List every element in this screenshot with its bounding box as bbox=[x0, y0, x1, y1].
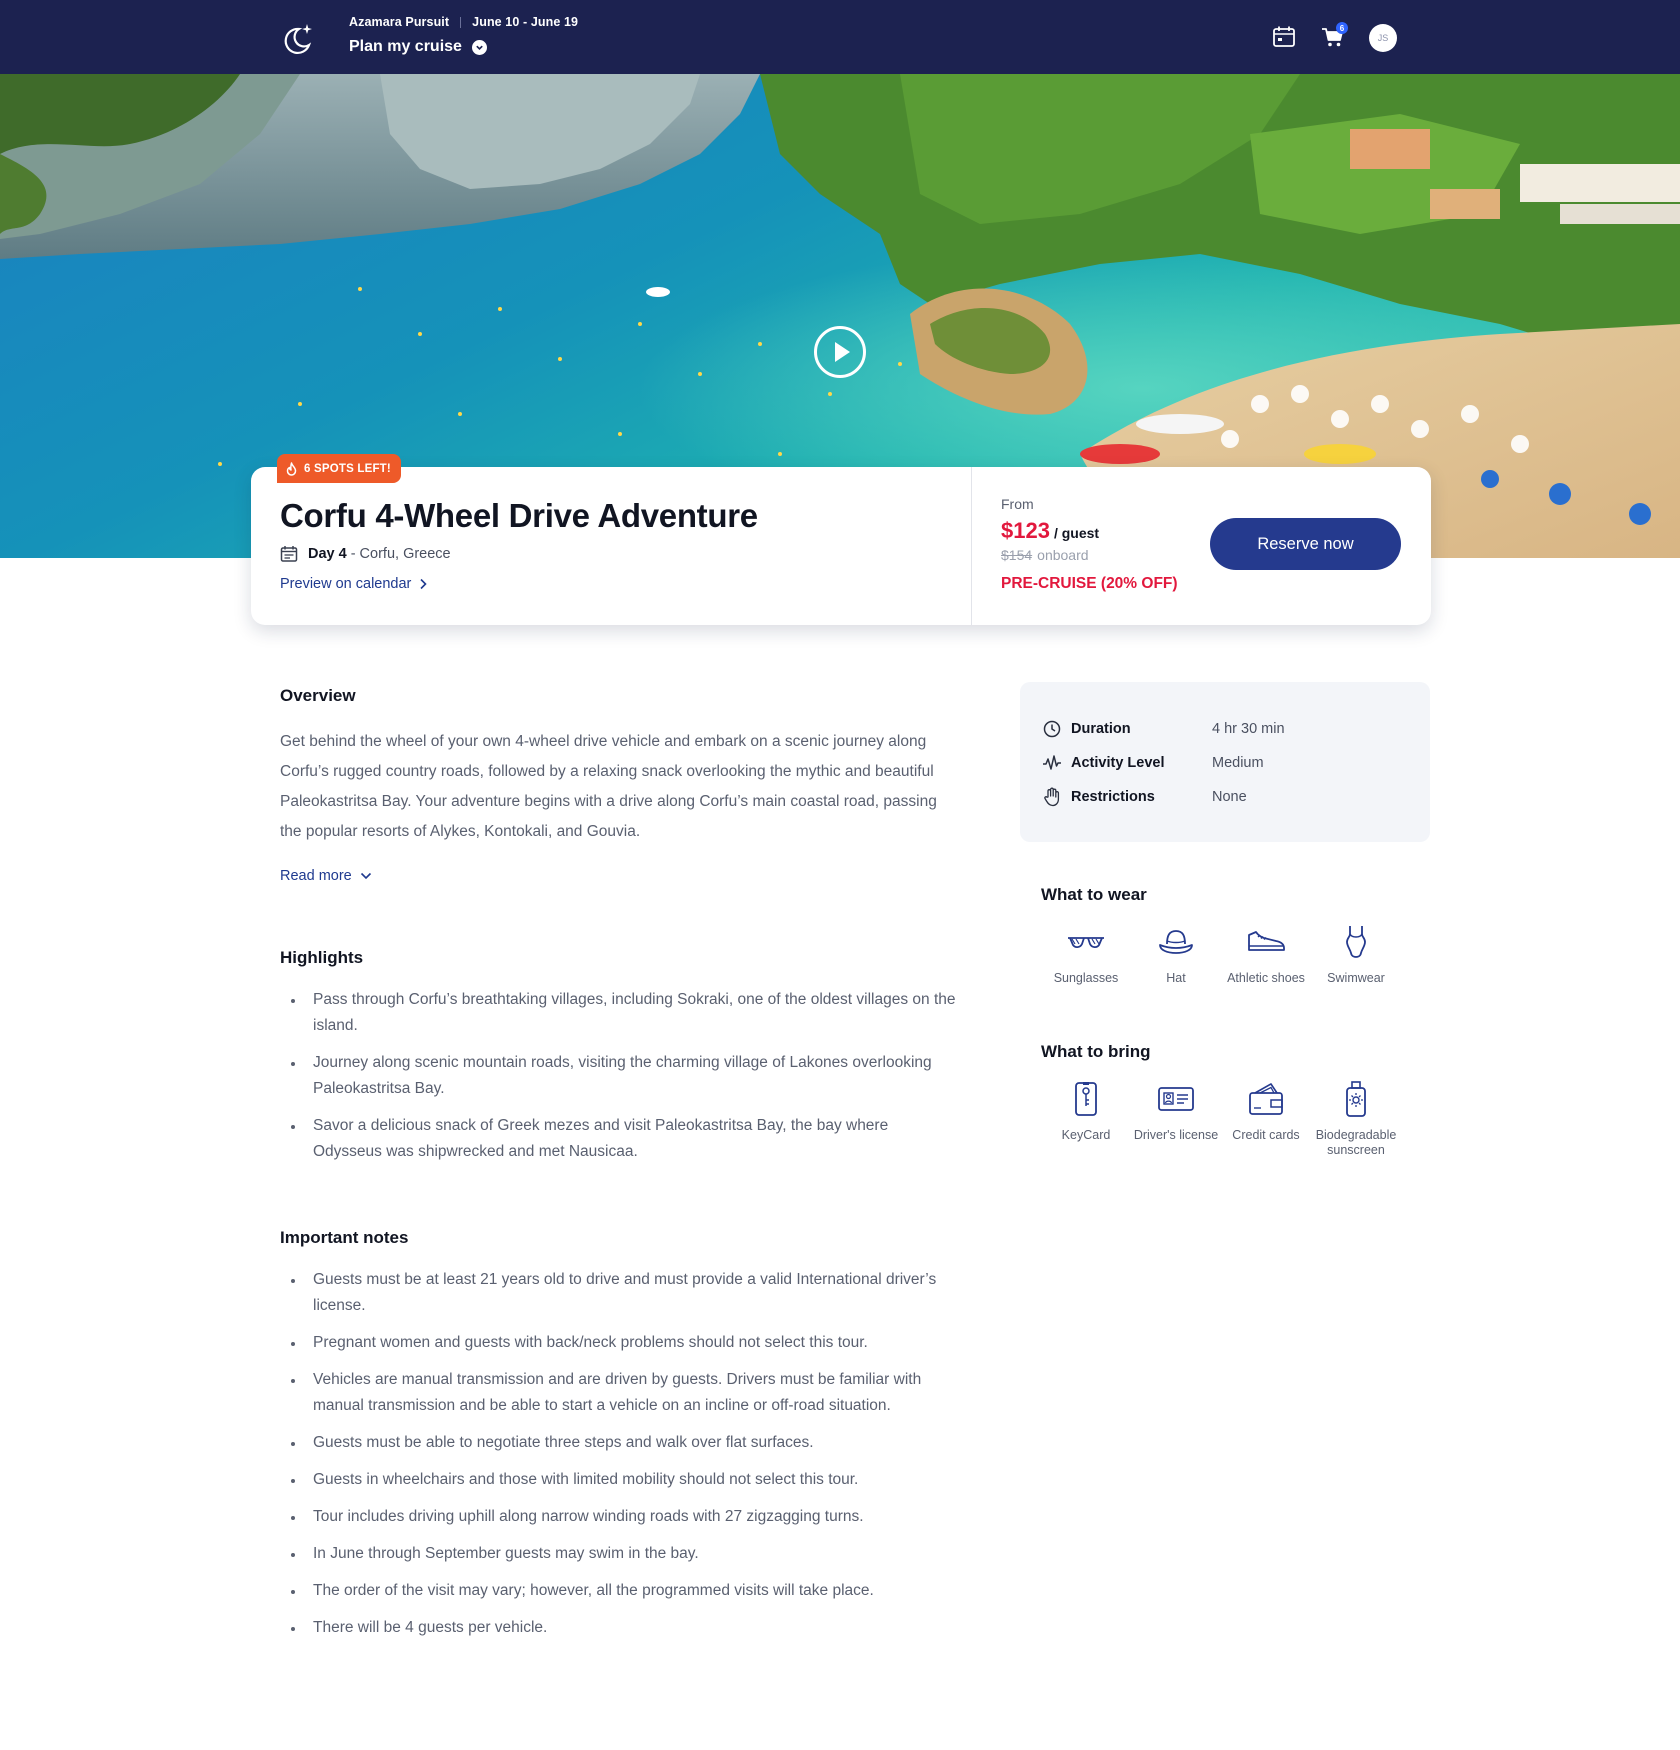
wear-item-hat: Hat bbox=[1131, 922, 1221, 986]
calendar-icon[interactable] bbox=[1271, 24, 1297, 50]
chevron-right-icon bbox=[420, 578, 428, 590]
azamara-logo-icon[interactable] bbox=[276, 20, 316, 60]
list-item: Pregnant women and guests with back/neck… bbox=[280, 1330, 960, 1356]
fact-value: None bbox=[1212, 789, 1247, 805]
bring-item-biodegradable-sunscreen: Biodegradable sunscreen bbox=[1311, 1079, 1401, 1158]
fact-value: 4 hr 30 min bbox=[1212, 721, 1285, 737]
list-item: Savor a delicious snack of Greek mezes a… bbox=[280, 1113, 960, 1165]
list-item: Vehicles are manual transmission and are… bbox=[280, 1367, 960, 1419]
wear-item-athletic-shoes: Athletic shoes bbox=[1221, 922, 1311, 986]
wear-item-swimwear: Swimwear bbox=[1311, 922, 1401, 986]
plan-my-cruise-dropdown[interactable]: Plan my cruise bbox=[349, 38, 578, 56]
bring-label: Credit cards bbox=[1232, 1128, 1300, 1142]
chevron-down-icon bbox=[360, 872, 371, 880]
voyage-info: Azamara Pursuit June 10 - June 19 Plan m… bbox=[349, 15, 578, 56]
user-avatar[interactable]: JS bbox=[1369, 24, 1397, 52]
price-unit: / guest bbox=[1053, 525, 1100, 541]
id-card-icon bbox=[1154, 1079, 1198, 1119]
bring-item-drivers-license: Driver's license bbox=[1131, 1079, 1221, 1158]
wallet-icon bbox=[1244, 1079, 1288, 1119]
highlights-heading: Highlights bbox=[280, 948, 364, 967]
list-item: Pass through Corfu’s breathtaking villag… bbox=[280, 987, 960, 1039]
spots-left-text: 6 SPOTS LEFT! bbox=[304, 462, 391, 475]
preview-on-calendar-label: Preview on calendar bbox=[280, 576, 412, 592]
play-video-icon[interactable] bbox=[813, 325, 867, 379]
hand-icon bbox=[1042, 787, 1062, 807]
price-amount: $123 bbox=[1001, 518, 1050, 543]
fact-label: Restrictions bbox=[1071, 789, 1155, 805]
fact-activity-level: Activity Level Medium bbox=[1042, 752, 1402, 774]
list-item: Journey along scenic mountain roads, vis… bbox=[280, 1050, 960, 1102]
list-item: In June through September guests may swi… bbox=[280, 1541, 960, 1567]
sunscreen-icon bbox=[1334, 1079, 1378, 1119]
clock-icon bbox=[1042, 719, 1062, 739]
ship-name: Azamara Pursuit bbox=[349, 15, 450, 29]
what-to-wear-heading: What to wear bbox=[1041, 885, 1147, 904]
top-navigation-bar: Azamara Pursuit June 10 - June 19 Plan m… bbox=[0, 0, 1680, 74]
important-notes-heading: Important notes bbox=[280, 1228, 409, 1247]
wear-label: Sunglasses bbox=[1053, 971, 1119, 985]
fact-label: Duration bbox=[1071, 721, 1131, 737]
important-notes-list: Guests must be at least 21 years old to … bbox=[280, 1267, 960, 1652]
fact-duration: Duration 4 hr 30 min bbox=[1042, 718, 1402, 740]
calendar-icon bbox=[280, 546, 298, 562]
bring-item-keycard: KeyCard bbox=[1041, 1079, 1131, 1158]
reserve-now-button[interactable]: Reserve now bbox=[1210, 518, 1401, 570]
read-more-label: Read more bbox=[280, 868, 352, 884]
highlights-list: Pass through Corfu’s breathtaking villag… bbox=[280, 987, 960, 1176]
excursion-title: Corfu 4-Wheel Drive Adventure bbox=[280, 497, 758, 534]
card-divider bbox=[971, 467, 972, 625]
keycard-icon bbox=[1064, 1079, 1108, 1119]
preview-on-calendar-link[interactable]: Preview on calendar bbox=[280, 576, 428, 592]
fact-label: Activity Level bbox=[1071, 755, 1165, 771]
what-to-bring-heading: What to bring bbox=[1041, 1042, 1151, 1061]
wear-label: Hat bbox=[1166, 971, 1186, 985]
voyage-dates: June 10 - June 19 bbox=[472, 15, 579, 29]
spots-left-badge: 6 SPOTS LEFT! bbox=[277, 454, 401, 483]
pulse-icon bbox=[1042, 753, 1062, 773]
wear-label: Swimwear bbox=[1327, 971, 1385, 985]
excursion-location: - Corfu, Greece bbox=[350, 546, 451, 562]
plan-my-cruise-label: Plan my cruise bbox=[349, 38, 462, 55]
bring-label: Driver's license bbox=[1133, 1128, 1219, 1142]
list-item: Guests in wheelchairs and those with lim… bbox=[280, 1467, 960, 1493]
fact-value: Medium bbox=[1212, 755, 1264, 771]
excursion-day: Day 4 bbox=[308, 546, 347, 562]
pre-cruise-discount: PRE-CRUISE (20% OFF) bbox=[1001, 575, 1178, 592]
bring-label: Biodegradable sunscreen bbox=[1315, 1128, 1397, 1157]
price-from-label: From bbox=[1001, 496, 1034, 512]
list-item: There will be 4 guests per vehicle. bbox=[280, 1615, 960, 1641]
overview-text: Get behind the wheel of your own 4-wheel… bbox=[280, 733, 937, 840]
list-item: The order of the visit may vary; however… bbox=[280, 1578, 960, 1604]
bring-item-credit-cards: Credit cards bbox=[1221, 1079, 1311, 1158]
cart-count-badge: 6 bbox=[1336, 22, 1348, 34]
excursion-day-location: Day 4 - Corfu, Greece bbox=[280, 545, 451, 563]
read-more-link[interactable]: Read more bbox=[280, 868, 372, 884]
chevron-down-icon bbox=[471, 39, 487, 55]
excursion-facts-panel: Duration 4 hr 30 min Activity Level Medi… bbox=[1020, 682, 1430, 842]
wear-item-sunglasses: Sunglasses bbox=[1041, 922, 1131, 986]
onboard-price-amount: $154 bbox=[1001, 547, 1033, 563]
sunglasses-icon bbox=[1064, 922, 1108, 962]
bring-label: KeyCard bbox=[1061, 1128, 1111, 1142]
list-item: Tour includes driving uphill along narro… bbox=[280, 1504, 960, 1530]
swimsuit-icon bbox=[1334, 922, 1378, 962]
onboard-price: $154 onboard bbox=[1001, 547, 1089, 563]
hat-icon bbox=[1154, 922, 1198, 962]
what-to-wear-list: Sunglasses Hat Athletic shoes Swimwear bbox=[1041, 922, 1401, 986]
onboard-price-suffix: onboard bbox=[1037, 547, 1089, 563]
overview-heading: Overview bbox=[280, 686, 356, 705]
list-item: Guests must be at least 21 years old to … bbox=[280, 1267, 960, 1319]
fact-restrictions: Restrictions None bbox=[1042, 786, 1402, 808]
list-item: Guests must be able to negotiate three s… bbox=[280, 1430, 960, 1456]
wear-label: Athletic shoes bbox=[1227, 971, 1305, 985]
what-to-bring-list: KeyCard Driver's license Credit cards Bi… bbox=[1041, 1079, 1401, 1158]
divider bbox=[460, 16, 462, 28]
flame-icon bbox=[286, 461, 297, 476]
sneaker-icon bbox=[1244, 922, 1288, 962]
price: $123 / guest bbox=[1001, 518, 1099, 544]
